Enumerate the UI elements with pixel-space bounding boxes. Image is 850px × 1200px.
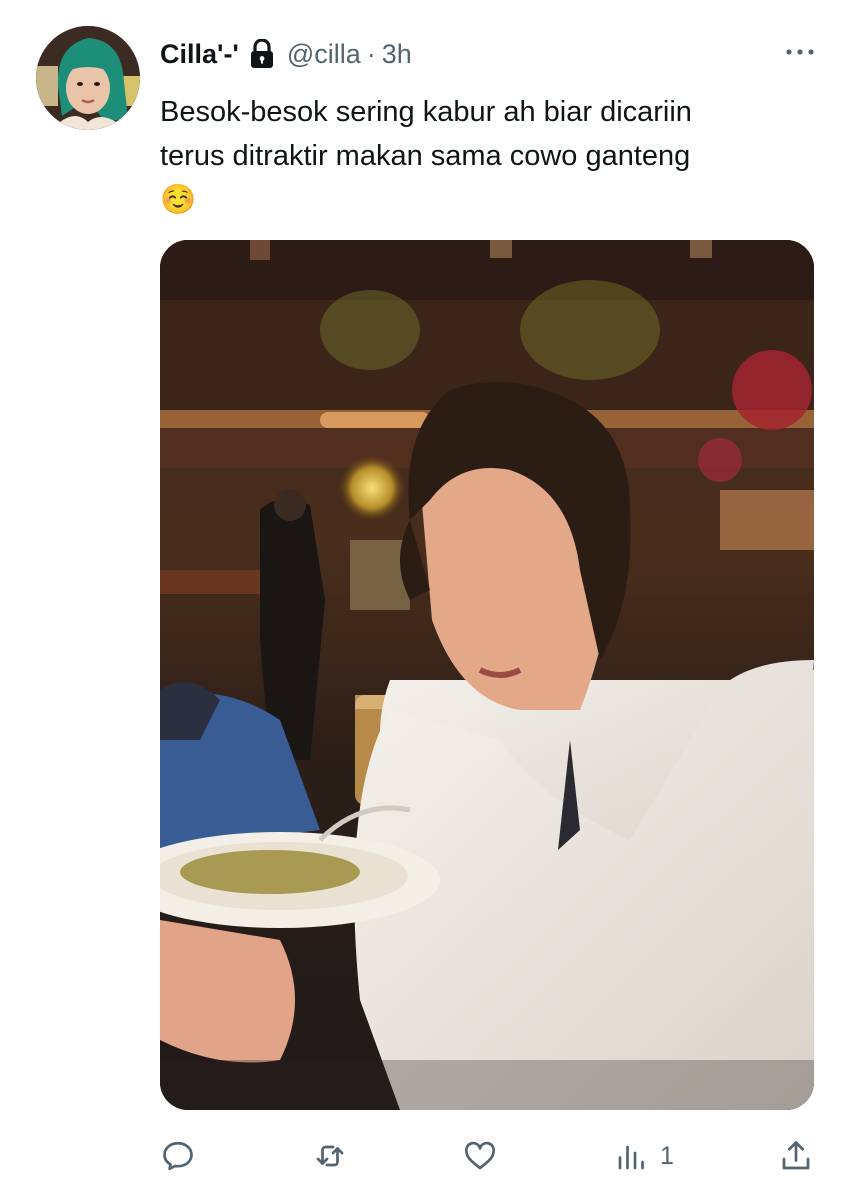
views-icon <box>614 1138 650 1174</box>
display-name[interactable]: Cilla'-' <box>160 39 239 70</box>
reply-icon <box>160 1138 196 1174</box>
lock-icon <box>249 39 275 69</box>
separator-dot: · <box>366 38 376 69</box>
retweet-icon <box>312 1138 348 1174</box>
views-button[interactable]: 1 <box>614 1132 674 1180</box>
share-button[interactable] <box>778 1132 814 1180</box>
tweet-text-line: terus ditraktir makan sama cowo ganteng <box>160 140 691 172</box>
like-button[interactable] <box>462 1132 498 1180</box>
user-handle[interactable]: @cilla <box>287 39 361 70</box>
tweet-text-line: Besok-besok sering kabur ah biar dicarii… <box>160 96 692 128</box>
profile-avatar[interactable] <box>36 26 140 130</box>
reply-button[interactable] <box>160 1132 196 1180</box>
tweet-emoji: ☺️ <box>160 184 197 216</box>
more-horizontal-icon[interactable] <box>784 40 816 64</box>
heart-icon <box>462 1138 498 1174</box>
retweet-button[interactable] <box>312 1132 348 1180</box>
tweet-actions: 1 <box>0 1132 850 1180</box>
photo-image <box>160 240 814 1110</box>
tweet-text: Besok-besok sering kabur ah biar dicarii… <box>160 90 820 222</box>
timestamp[interactable]: 3h <box>382 39 412 70</box>
share-icon <box>778 1138 814 1174</box>
views-count: 1 <box>660 1141 674 1170</box>
tweet-photo[interactable] <box>160 240 814 1110</box>
avatar-image <box>36 26 140 130</box>
tweet-header: Cilla'-' @cilla · 3h <box>160 36 412 72</box>
